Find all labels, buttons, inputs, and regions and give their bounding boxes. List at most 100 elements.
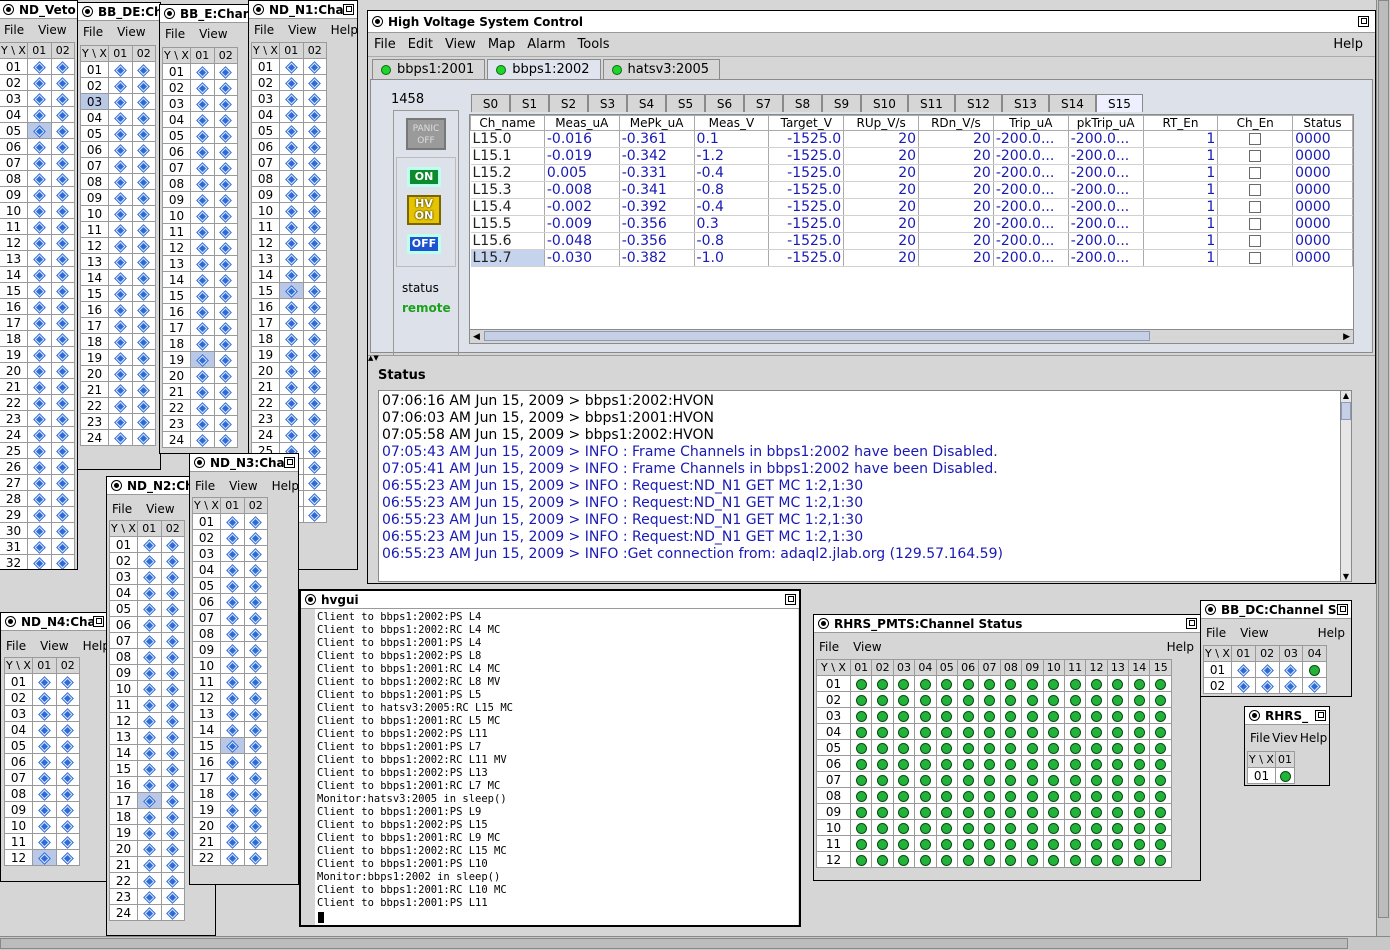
channel-cell[interactable]: [213, 223, 238, 240]
channel-cell[interactable]: [27, 522, 52, 539]
pmt-cell[interactable]: [1063, 675, 1087, 692]
channel-cell[interactable]: [302, 506, 327, 523]
tab-slot-s8[interactable]: S8: [783, 94, 822, 112]
pmt-cell[interactable]: [1063, 755, 1087, 772]
pmt-cell[interactable]: [999, 739, 1023, 756]
channel-cell[interactable]: [1254, 661, 1280, 678]
pmt-cell[interactable]: [956, 739, 980, 756]
channel-cell[interactable]: [160, 776, 185, 793]
channel-cell[interactable]: [55, 801, 80, 818]
channel-cell[interactable]: [302, 394, 327, 411]
pmt-cell[interactable]: [1106, 723, 1130, 740]
tab-slot-s13[interactable]: S13: [1002, 94, 1049, 112]
channel-cell[interactable]: [160, 840, 185, 857]
table-cell[interactable]: -200.0...: [1068, 130, 1144, 148]
channel-cell[interactable]: [220, 673, 245, 690]
table-cell[interactable]: -200.0...: [1068, 232, 1144, 250]
pmt-cell[interactable]: [1063, 787, 1087, 804]
channel-cell[interactable]: [27, 58, 52, 75]
channel-cell[interactable]: [50, 538, 75, 555]
channel-cell[interactable]: [279, 378, 304, 395]
channel-cell[interactable]: [213, 319, 238, 336]
menu-file[interactable]: File: [195, 479, 215, 493]
channel-cell[interactable]: [108, 413, 133, 430]
channel-cell[interactable]: [131, 381, 156, 398]
channel-cell[interactable]: [279, 170, 304, 187]
channel-cell[interactable]: [32, 721, 57, 738]
table-cell[interactable]: -1525.0: [768, 249, 845, 267]
pmt-cell[interactable]: [1042, 771, 1065, 788]
channel-cell[interactable]: [50, 426, 75, 443]
pmt-cell[interactable]: [935, 707, 958, 724]
channel-cell[interactable]: [213, 367, 238, 384]
pmt-cell[interactable]: [1149, 723, 1172, 740]
table-cell[interactable]: -0.019: [544, 147, 620, 165]
table-cell[interactable]: -200.0...: [993, 232, 1069, 250]
pmt-cell[interactable]: [914, 691, 937, 708]
channel-cell[interactable]: [108, 205, 133, 222]
table-cell[interactable]: 0000: [1292, 147, 1353, 165]
pmt-cell[interactable]: [871, 707, 894, 724]
channel-cell[interactable]: [50, 90, 75, 107]
channel-cell[interactable]: [243, 721, 268, 738]
table-cell[interactable]: L15.2: [470, 164, 545, 182]
table-cell[interactable]: 20: [918, 181, 994, 199]
desktop-scrollbar[interactable]: [0, 936, 1390, 950]
channel-cell[interactable]: [160, 696, 185, 713]
table-cell[interactable]: -200.0...: [993, 181, 1069, 199]
pmt-cell[interactable]: [1021, 787, 1044, 804]
channel-cell[interactable]: [279, 138, 304, 155]
channel-cell[interactable]: [131, 141, 156, 158]
channel-enable-checkbox[interactable]: [1249, 184, 1262, 196]
tab-slot-s2[interactable]: S2: [549, 94, 588, 112]
table-cell[interactable]: -0.342: [619, 147, 695, 165]
tab-slot-s15[interactable]: S15: [1096, 94, 1143, 112]
table-cell[interactable]: 20: [843, 249, 920, 267]
pmt-cell[interactable]: [914, 675, 937, 692]
channel-cell[interactable]: [108, 269, 133, 286]
pmt-cell[interactable]: [1063, 803, 1087, 820]
terminal-output[interactable]: Client to bbps1:2002:PS L4 Client to bbps…: [315, 609, 798, 925]
channel-cell[interactable]: [160, 808, 185, 825]
rhrs-small-titlebar[interactable]: RHRS_: [1245, 707, 1329, 725]
menu-file[interactable]: File: [1250, 731, 1270, 745]
table-cell[interactable]: [1217, 198, 1294, 216]
hvgui-titlebar[interactable]: hvgui: [301, 591, 799, 609]
pmt-cell[interactable]: [1128, 819, 1151, 836]
channel-cell[interactable]: [131, 77, 156, 94]
table-row[interactable]: L15.3 -0.008 -0.341 -0.8 -1525.0 20 20 -200.0..…: [470, 181, 1353, 199]
table-cell[interactable]: -200.0...: [1068, 164, 1144, 182]
channel-cell[interactable]: [131, 173, 156, 190]
channel-cell[interactable]: [108, 253, 133, 270]
table-cell[interactable]: -1525.0: [768, 164, 845, 182]
pmt-cell[interactable]: [849, 691, 873, 708]
channel-cell[interactable]: [50, 74, 75, 91]
pmt-cell[interactable]: [1063, 771, 1087, 788]
channel-cell[interactable]: [108, 141, 133, 158]
column-header[interactable]: pkTrip_uA: [1067, 115, 1144, 131]
channel-cell[interactable]: [213, 191, 238, 208]
pmt-cell[interactable]: [1042, 819, 1065, 836]
pmt-cell[interactable]: [849, 755, 873, 772]
channel-cell[interactable]: [108, 397, 133, 414]
channel-cell[interactable]: [160, 760, 185, 777]
menu-view[interactable]: View: [445, 37, 476, 52]
pmt-cell[interactable]: [956, 835, 980, 852]
channel-cell[interactable]: [213, 431, 238, 448]
channel-cell[interactable]: [1302, 677, 1327, 694]
channel-cell[interactable]: [108, 125, 133, 142]
table-cell[interactable]: [1217, 147, 1294, 165]
menu-map[interactable]: Map: [488, 37, 515, 52]
pmt-cell[interactable]: [1149, 675, 1172, 692]
table-row[interactable]: L15.1 -0.019 -0.342 -1.2 -1525.0 20 20 -200.0..…: [470, 147, 1353, 165]
channel-cell[interactable]: [302, 298, 327, 315]
channel-cell[interactable]: [190, 175, 215, 192]
channel-cell[interactable]: [27, 186, 52, 203]
channel-cell[interactable]: [27, 154, 52, 171]
table-cell[interactable]: 1: [1143, 232, 1219, 250]
pmt-cell[interactable]: [892, 771, 916, 788]
table-cell[interactable]: -200.0...: [1068, 198, 1144, 216]
table-cell[interactable]: -200.0...: [1068, 181, 1144, 199]
bb-dc-titlebar[interactable]: BB_DC:Channel St: [1201, 601, 1351, 619]
channel-cell[interactable]: [190, 191, 215, 208]
